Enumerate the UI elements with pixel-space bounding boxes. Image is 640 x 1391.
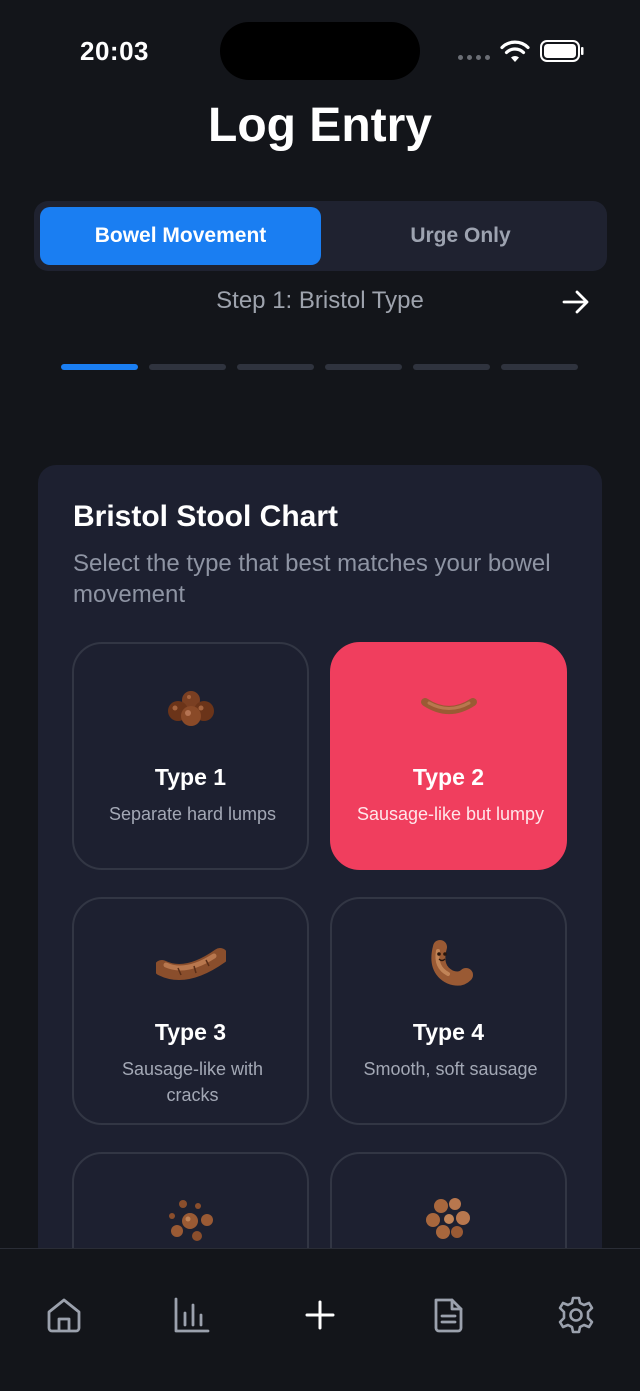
type-name: Type 1 [154,764,227,790]
bottom-tab-bar [0,1248,640,1391]
type-3-option[interactable]: Type 3 Sausage-like with cracks [72,897,309,1125]
arrow-right-icon[interactable] [561,287,591,317]
smooth-sausage-icon [332,939,565,989]
lumps-icon [74,684,307,734]
card-title: Bristol Stool Chart [73,500,339,533]
progress-segment [237,364,314,370]
type-name: Type 2 [412,764,485,790]
card-subtitle: Select the type that best matches your b… [73,550,551,608]
sausage-cracked-icon [74,939,307,989]
segment-urge-only[interactable]: Urge Only [320,207,601,265]
bristol-chart-card: Bristol Stool Chart Select the type that… [38,465,602,1380]
type-1-option[interactable]: Type 1 Separate hard lumps [72,642,309,870]
signal-icon [458,55,490,60]
chart-icon[interactable] [172,1295,212,1335]
progress-segment [413,364,490,370]
status-bar: 20:03 [0,0,640,100]
type-name: Type 4 [412,1019,485,1045]
progress-segment [325,364,402,370]
mushy-pieces-icon [332,1194,565,1244]
progress-segment [61,364,138,370]
type-name: Type 3 [154,1019,227,1045]
type-description: Separate hard lumps [108,804,277,824]
type-description: Sausage-like with cracks [121,1059,264,1105]
settings-icon[interactable] [556,1295,596,1335]
segment-bowel-movement[interactable]: Bowel Movement [40,207,321,265]
step-label: Step 1: Bristol Type [216,287,424,314]
type-2-option[interactable]: Type 2 Sausage-like but lumpy [330,642,567,870]
add-icon[interactable] [300,1295,340,1335]
battery-icon [540,40,584,62]
document-icon[interactable] [428,1295,468,1335]
step-progress [61,364,578,370]
status-time: 20:03 [80,36,149,66]
entry-type-segment: Bowel Movement Urge Only [34,201,607,271]
wifi-icon [500,40,530,62]
page-title: Log Entry [208,99,432,152]
progress-segment [501,364,578,370]
type-4-option[interactable]: Type 4 Smooth, soft sausage [330,897,567,1125]
soft-blobs-icon [74,1194,307,1244]
sausage-lumpy-icon [332,684,565,734]
home-icon[interactable] [44,1295,84,1335]
type-description: Sausage-like but lumpy [356,804,545,824]
dynamic-island [220,22,420,80]
progress-segment [149,364,226,370]
type-description: Smooth, soft sausage [363,1059,538,1079]
